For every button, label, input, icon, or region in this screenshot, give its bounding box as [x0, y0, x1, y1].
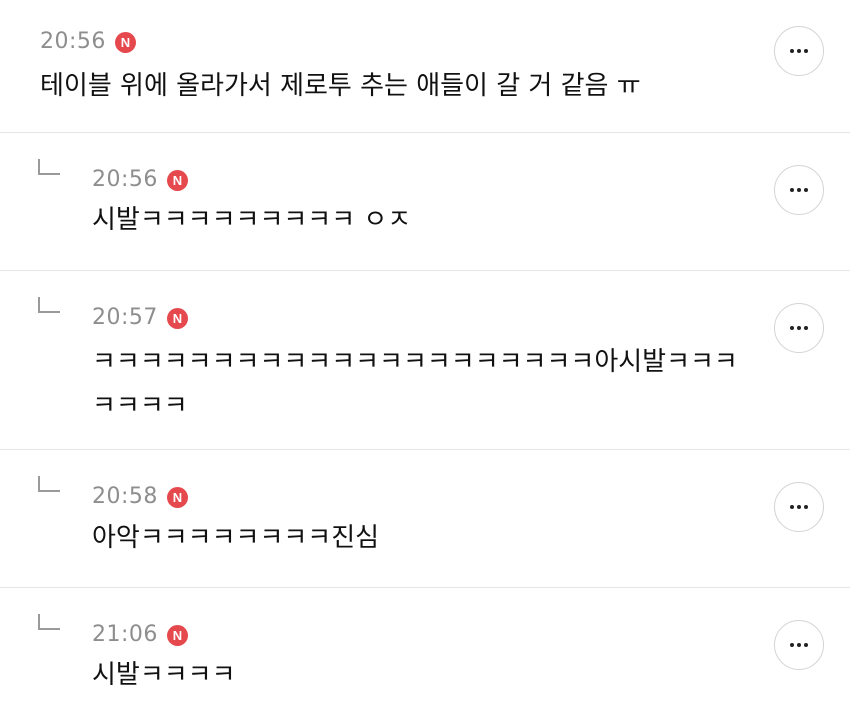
- comment-text: ㅋㅋㅋㅋㅋㅋㅋㅋㅋㅋㅋㅋㅋㅋㅋㅋㅋㅋㅋㅋㅋ아시발ㅋㅋㅋㅋㅋㅋㅋ: [92, 347, 738, 421]
- new-badge: N: [114, 31, 136, 53]
- comment-meta: 20:58 N: [92, 483, 188, 511]
- comment-item: 20:56 N 테이블 위에 올라가서 제로투 추는 애들이 갈 거 같음 ㅠ: [0, 0, 850, 133]
- new-badge: N: [166, 307, 188, 329]
- comment-list: 20:56 N 테이블 위에 올라가서 제로투 추는 애들이 갈 거 같음 ㅠ …: [0, 0, 850, 711]
- comment-time: 20:58: [92, 484, 158, 509]
- reply-item: 20:56 N 시발ㅋㅋㅋㅋㅋㅋㅋㅋㅋ ㅇㅈ: [0, 133, 850, 271]
- new-badge: N: [166, 624, 188, 646]
- more-horizontal-icon: [790, 643, 808, 647]
- comment-text: 테이블 위에 올라가서 제로투 추는 애들이 갈 거 같음 ㅠ: [40, 71, 641, 101]
- reply-arrow-icon: [38, 476, 60, 492]
- reply-item: 20:58 N 아악ㅋㅋㅋㅋㅋㅋㅋㅋ진심: [0, 450, 850, 588]
- reply-arrow-icon: [38, 297, 60, 313]
- comment-text: 시발ㅋㅋㅋㅋㅋㅋㅋㅋㅋ ㅇㅈ: [92, 205, 412, 235]
- comment-time: 20:56: [40, 29, 106, 54]
- more-options-button[interactable]: [774, 482, 824, 532]
- comment-time: 20:56: [92, 167, 158, 192]
- comment-text: 아악ㅋㅋㅋㅋㅋㅋㅋㅋ진심: [92, 523, 380, 553]
- reply-arrow-icon: [38, 614, 60, 630]
- reply-arrow-icon: [38, 159, 60, 175]
- new-badge: N: [166, 169, 188, 191]
- more-options-button[interactable]: [774, 303, 824, 353]
- reply-item: 21:06 N 시발ㅋㅋㅋㅋ: [0, 588, 850, 711]
- comment-time: 20:57: [92, 305, 158, 330]
- comment-meta: 20:57 N: [92, 304, 188, 332]
- more-options-button[interactable]: [774, 620, 824, 670]
- more-horizontal-icon: [790, 188, 808, 192]
- reply-item: 20:57 N ㅋㅋㅋㅋㅋㅋㅋㅋㅋㅋㅋㅋㅋㅋㅋㅋㅋㅋㅋㅋㅋ아시발ㅋㅋㅋㅋㅋㅋㅋ: [0, 271, 850, 450]
- comment-meta: 21:06 N: [92, 621, 188, 649]
- comment-meta: 20:56 N: [92, 166, 188, 194]
- comment-meta: 20:56 N: [40, 28, 136, 56]
- comment-text: 시발ㅋㅋㅋㅋ: [92, 660, 236, 690]
- new-badge: N: [166, 486, 188, 508]
- more-horizontal-icon: [790, 505, 808, 509]
- more-options-button[interactable]: [774, 26, 824, 76]
- more-horizontal-icon: [790, 49, 808, 53]
- more-horizontal-icon: [790, 326, 808, 330]
- more-options-button[interactable]: [774, 165, 824, 215]
- comment-time: 21:06: [92, 622, 158, 647]
